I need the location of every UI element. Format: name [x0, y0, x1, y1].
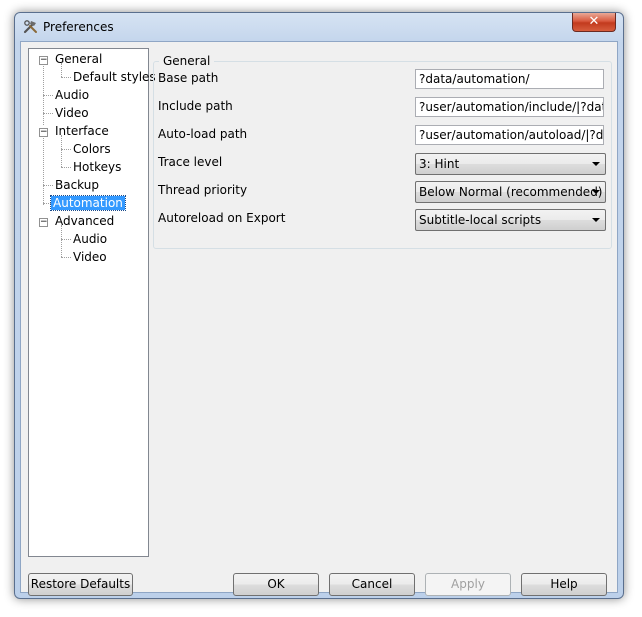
collapse-general-icon[interactable]: − [39, 56, 48, 65]
apply-button[interactable]: Apply [425, 573, 511, 596]
tree-guide-line [61, 77, 71, 78]
include-path-input[interactable]: ?user/automation/include/|?data/automati… [415, 97, 604, 117]
tree-item-advanced-audio[interactable]: Audio [71, 231, 109, 248]
base-path-label: Base path [158, 71, 219, 85]
tree-item-label: Audio [73, 232, 108, 246]
autoreload-select[interactable]: Subtitle-local scripts [415, 209, 606, 231]
tree-item-label: Colors [73, 142, 111, 156]
thread-priority-value: Below Normal (recommended) [419, 185, 603, 199]
autoreload-label: Autoreload on Export [158, 211, 286, 225]
tree-guide-line [43, 95, 53, 96]
tree-item-general[interactable]: General [53, 51, 104, 68]
restore-defaults-button[interactable]: Restore Defaults [28, 573, 133, 596]
cancel-button[interactable]: Cancel [329, 573, 415, 596]
close-button[interactable]: ✕ [572, 13, 616, 32]
button-label: Help [550, 577, 578, 591]
tree-item-backup[interactable]: Backup [53, 177, 101, 194]
tree-guide-line [61, 257, 71, 258]
tree-guide-line [61, 149, 71, 150]
collapse-interface-icon[interactable]: − [39, 128, 48, 137]
tree-item-advanced-video[interactable]: Video [71, 249, 109, 266]
tree-item-label: Backup [55, 178, 99, 192]
tree-item-video[interactable]: Video [53, 105, 91, 122]
tree-item-automation[interactable]: Automation [50, 195, 126, 212]
tree-item-colors[interactable]: Colors [71, 141, 113, 158]
tree-item-default-styles[interactable]: Default styles [71, 69, 158, 86]
autoreload-value: Subtitle-local scripts [419, 213, 542, 227]
button-label: Restore Defaults [30, 577, 131, 591]
trace-level-label: Trace level [158, 155, 223, 169]
tree-item-label: Interface [55, 124, 109, 138]
trace-level-select[interactable]: 3: Hint [415, 153, 606, 175]
trace-level-value: 3: Hint [419, 157, 460, 171]
tree-item-label: Video [55, 106, 89, 120]
tree-item-label: Advanced [55, 214, 115, 228]
groupbox-title: General [159, 54, 215, 68]
tree-item-advanced[interactable]: Advanced [53, 213, 116, 230]
tree-item-hotkeys[interactable]: Hotkeys [71, 159, 123, 176]
help-button[interactable]: Help [521, 573, 607, 596]
autoload-path-input[interactable]: ?user/automation/autoload/|?data/automat… [415, 125, 604, 145]
autoload-path-label: Auto-load path [158, 127, 248, 141]
tree-item-label: Video [73, 250, 107, 264]
button-label: OK [267, 577, 285, 591]
button-label: Apply [451, 577, 485, 591]
thread-priority-label: Thread priority [158, 183, 248, 197]
tree-item-audio[interactable]: Audio [53, 87, 91, 104]
tree-guide-line [43, 185, 53, 186]
tree-item-label: Hotkeys [73, 160, 122, 174]
preferences-window: Preferences ✕ − General Default styles A… [14, 12, 624, 599]
close-icon: ✕ [588, 14, 600, 29]
dropdown-arrow-icon [592, 190, 600, 194]
tree-guide-line [61, 239, 71, 240]
tree-item-label: Default styles [73, 70, 156, 84]
ok-button[interactable]: OK [233, 573, 319, 596]
tree-guide-line [61, 167, 71, 168]
tree-guide-line [43, 63, 44, 125]
tree-item-label: Automation [50, 195, 126, 211]
title-bar[interactable]: Preferences ✕ [15, 13, 623, 41]
dropdown-arrow-icon [592, 218, 600, 222]
include-path-label: Include path [158, 99, 233, 113]
dropdown-arrow-icon [592, 162, 600, 166]
button-label: Cancel [351, 577, 393, 591]
base-path-input[interactable]: ?data/automation/ [415, 69, 604, 89]
category-tree[interactable]: − General Default styles Audio Video − I… [28, 48, 156, 557]
tree-guide-line [43, 129, 44, 205]
collapse-advanced-icon[interactable]: − [39, 218, 48, 227]
tree-item-label: Audio [55, 88, 90, 102]
tree-item-label: General [55, 52, 103, 66]
tree-guide-line [43, 113, 53, 114]
tools-icon [23, 19, 39, 35]
tree-item-interface[interactable]: Interface [53, 123, 111, 140]
window-title: Preferences [43, 20, 114, 34]
dialog-client-area: − General Default styles Audio Video − I… [20, 41, 618, 596]
thread-priority-select[interactable]: Below Normal (recommended) [415, 181, 606, 203]
